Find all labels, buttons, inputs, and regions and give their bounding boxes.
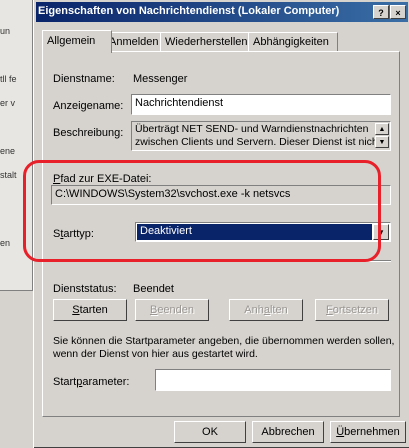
dienstname-label: Dienstname: <box>53 73 115 85</box>
beenden-button[interactable]: Beenden <box>135 299 209 321</box>
hint-text-line1: Sie können die Startparameter angeben, d… <box>53 335 395 347</box>
anhalten-button[interactable]: Anhalten <box>229 299 303 321</box>
anzeigename-label: Anzeigename: <box>53 100 124 112</box>
beschreibung-field[interactable]: Überträgt NET SEND- und Warndienstnachri… <box>131 121 391 151</box>
background-text: er v <box>0 98 16 108</box>
startparameter-label: Startparameter: <box>53 376 130 388</box>
tab-allgemein[interactable]: Allgemein <box>42 30 112 53</box>
background-text: tll fe <box>0 74 17 84</box>
dienststatus-value: Beendet <box>133 283 174 295</box>
highlight-annotation <box>23 160 381 262</box>
fortsetzen-button[interactable]: Fortsetzen <box>315 299 389 321</box>
tab-abhaengigkeiten[interactable]: Abhängigkeiten <box>248 32 338 52</box>
startparameter-input[interactable] <box>155 369 391 391</box>
dienstname-value: Messenger <box>133 73 188 85</box>
beschreibung-label: Beschreibung: <box>53 127 124 139</box>
scroll-up-button[interactable]: ▲ <box>375 123 389 135</box>
scroll-down-button[interactable]: ▼ <box>375 136 389 148</box>
uebernehmen-button[interactable]: Übernehmen <box>330 421 406 443</box>
anzeigename-field[interactable]: Nachrichtendienst <box>131 94 391 115</box>
help-button[interactable]: ? <box>373 5 389 19</box>
abbrechen-button[interactable]: Abbrechen <box>252 421 324 443</box>
background-text: un <box>0 26 11 36</box>
arrow-up-icon: ▲ <box>378 126 386 133</box>
close-icon: × <box>395 8 401 18</box>
arrow-down-icon: ▼ <box>378 139 386 146</box>
close-button[interactable]: × <box>390 5 406 19</box>
title-bar[interactable]: Eigenschaften von Nachrichtendienst (Lok… <box>36 2 408 22</box>
tab-wiederherstellen[interactable]: Wiederherstellen <box>160 32 256 52</box>
tab-anmelden[interactable]: Anmelden <box>104 32 168 52</box>
ok-button[interactable]: OK <box>174 421 246 443</box>
dialog-title: Eigenschaften von Nachrichtendienst (Lok… <box>38 5 340 17</box>
background-text: ene <box>0 146 16 156</box>
starten-button[interactable]: Starten <box>53 299 127 321</box>
dienststatus-label: Dienststatus: <box>53 283 117 295</box>
hint-text-line2: wenn der Dienst von hier aus gestartet w… <box>53 348 258 360</box>
